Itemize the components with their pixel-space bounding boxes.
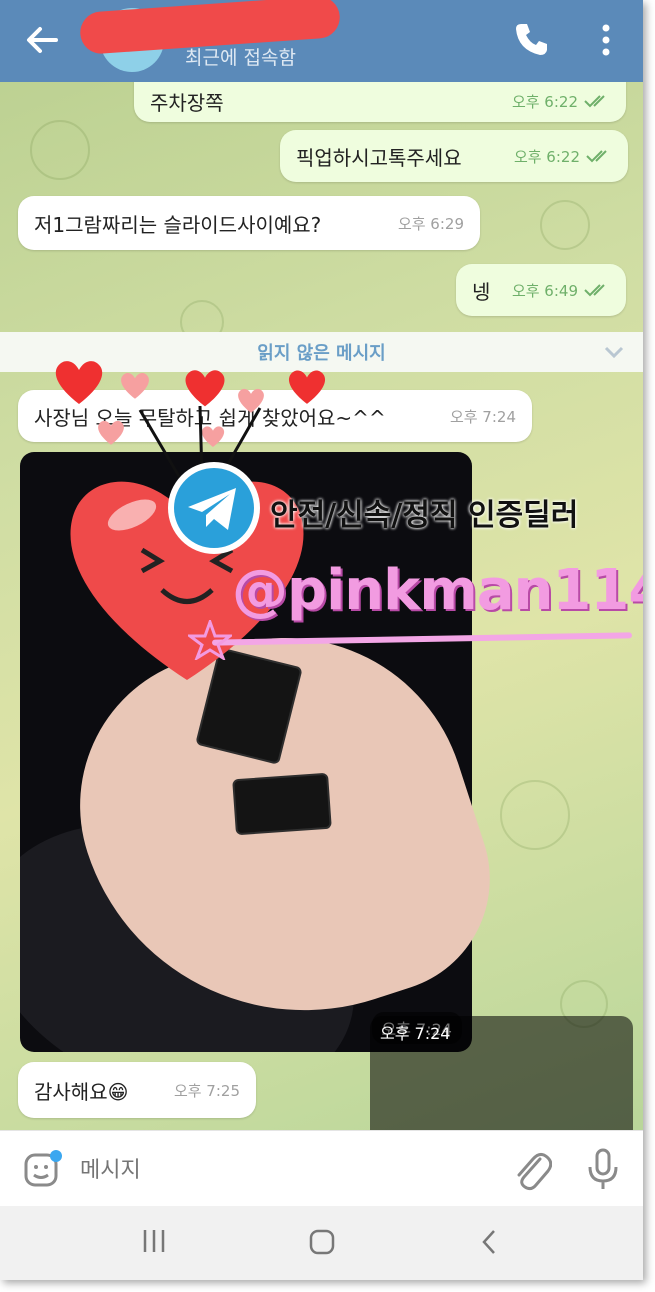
- system-nav-bar: [0, 1206, 643, 1280]
- message-text: 픽업하시고톡주세요: [296, 145, 462, 170]
- nav-back-icon[interactable]: [480, 1228, 498, 1256]
- message-bubble-incoming[interactable]: 저1그람짜리는 슬라이드사이예요? 오후 6:29: [18, 196, 480, 250]
- heart-icon: [55, 361, 103, 404]
- recent-apps-icon[interactable]: [142, 1228, 166, 1254]
- phone-screen: 최근에 접속함 주차장쪽 오후 6:22 픽업하시고톡주세요 오후 6:22 저…: [0, 0, 643, 1280]
- message-text: 넹: [472, 279, 491, 304]
- message-input-bar: [0, 1130, 643, 1206]
- message-time: 오후 6:49: [511, 281, 578, 300]
- chevron-down-icon[interactable]: [603, 342, 625, 362]
- message-text: 감사해요😁: [34, 1079, 129, 1104]
- message-time: 오후 7:24: [449, 407, 516, 426]
- message-text: 주차장쪽: [150, 90, 224, 115]
- phone-icon[interactable]: [512, 20, 550, 58]
- telegram-icon: [168, 462, 260, 554]
- chat-header: 최근에 접속함: [0, 0, 643, 82]
- message-bubble-outgoing[interactable]: 넹 오후 6:49: [456, 264, 626, 316]
- overlay-handle-text: @pinkman114: [232, 558, 643, 623]
- message-bubble-outgoing[interactable]: 픽업하시고톡주세요 오후 6:22: [280, 130, 628, 182]
- doodle: [500, 780, 570, 850]
- sticker-icon[interactable]: [22, 1149, 62, 1189]
- heart-icon: [288, 370, 326, 404]
- last-seen-status: 최근에 접속함: [185, 47, 296, 69]
- message-bubble-incoming[interactable]: 감사해요😁 오후 7:25: [18, 1062, 256, 1118]
- doodle: [30, 120, 90, 180]
- message-time: 오후 6:29: [397, 214, 464, 233]
- unread-label: 읽지 않은 메시지: [257, 343, 386, 364]
- message-time: 오후 6:22: [513, 147, 580, 166]
- message-time: 오후 7:25: [173, 1081, 240, 1100]
- message-input[interactable]: [80, 1153, 480, 1187]
- double-check-icon: [584, 95, 605, 108]
- photo-package: [232, 772, 332, 836]
- more-vert-icon[interactable]: [596, 22, 616, 58]
- message-text: 저1그람짜리는 슬라이드사이예요?: [34, 212, 322, 237]
- mic-icon[interactable]: [586, 1147, 620, 1191]
- message-bubble-outgoing[interactable]: 주차장쪽 오후 6:22: [134, 80, 626, 122]
- doodle: [540, 200, 590, 250]
- star-icon: [188, 620, 232, 660]
- double-check-icon: [586, 150, 607, 163]
- overlay-dealer-text: 안전/신속/정직 인증딜러: [270, 498, 579, 533]
- heart-icon: [121, 373, 149, 399]
- double-check-icon: [584, 284, 605, 297]
- back-arrow-icon[interactable]: [22, 22, 62, 58]
- home-icon[interactable]: [308, 1228, 336, 1256]
- attach-icon[interactable]: [510, 1147, 552, 1191]
- message-time: 오후 6:22: [511, 92, 578, 111]
